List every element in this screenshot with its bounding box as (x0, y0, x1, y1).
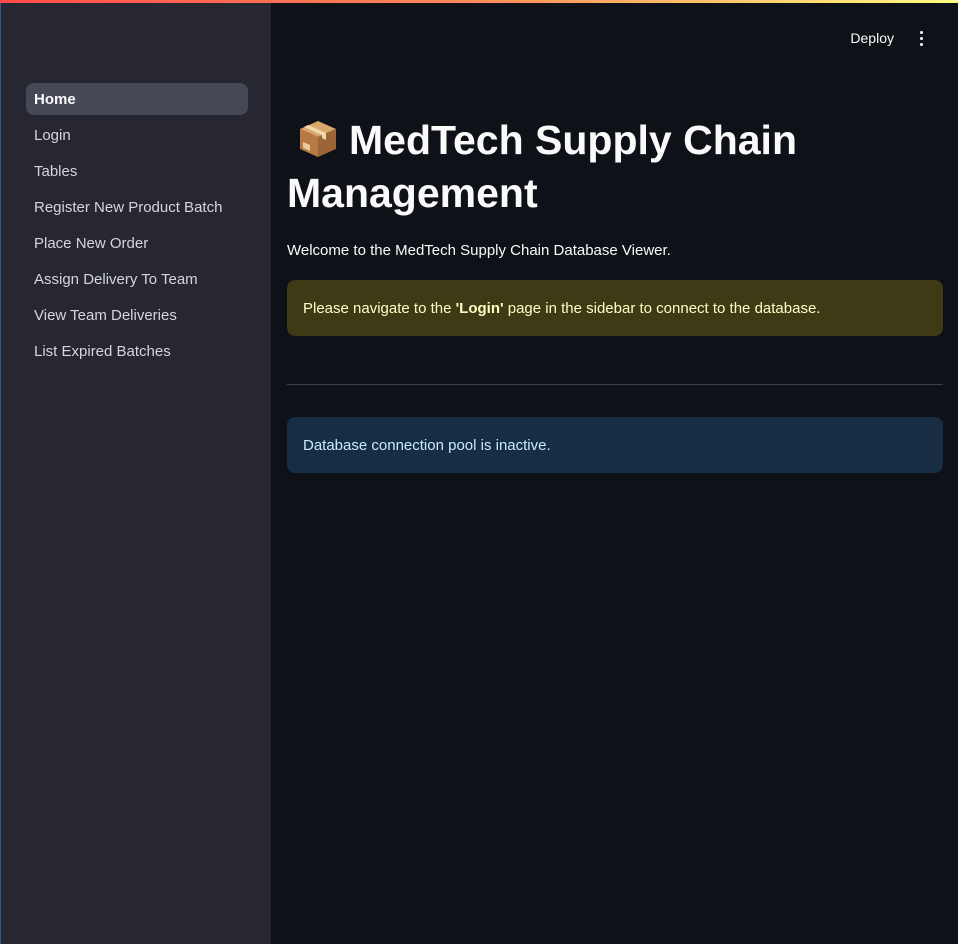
sidebar-item-tables[interactable]: Tables (26, 155, 248, 187)
sidebar-item-register-new-product-batch[interactable]: Register New Product Batch (26, 191, 248, 223)
deploy-button[interactable]: Deploy (850, 26, 894, 50)
connection-status-alert: Database connection pool is inactive. (287, 417, 943, 473)
sidebar-nav: Home Login Tables Register New Product B… (26, 83, 248, 371)
sidebar-item-view-team-deliveries[interactable]: View Team Deliveries (26, 299, 248, 331)
welcome-text: Welcome to the MedTech Supply Chain Data… (287, 242, 671, 259)
sidebar-item-login[interactable]: Login (26, 119, 248, 151)
warning-text-prefix: Please navigate to the (303, 299, 456, 317)
sidebar: Home Login Tables Register New Product B… (0, 0, 271, 944)
sidebar-item-home[interactable]: Home (26, 83, 248, 115)
app-window: Home Login Tables Register New Product B… (0, 0, 958, 944)
sidebar-item-assign-delivery-to-team[interactable]: Assign Delivery To Team (26, 263, 248, 295)
vertical-ellipsis-icon[interactable] (910, 26, 932, 50)
login-warning-alert: Please navigate to the 'Login' page in t… (287, 280, 943, 336)
warning-text-suffix: page in the sidebar to connect to the da… (503, 299, 821, 317)
warning-text-emphasis: 'Login' (455, 299, 504, 317)
sidebar-item-list-expired-batches[interactable]: List Expired Batches (26, 335, 248, 367)
top-decoration-bar (0, 0, 958, 3)
package-icon (297, 118, 339, 160)
sidebar-item-place-new-order[interactable]: Place New Order (26, 227, 248, 259)
page-title-text: MedTech Supply Chain Management (287, 117, 797, 216)
page-title: MedTech Supply Chain Management (287, 114, 943, 220)
app-header: Deploy (271, 0, 958, 60)
divider (287, 384, 943, 385)
connection-status-text: Database connection pool is inactive. (303, 436, 551, 454)
